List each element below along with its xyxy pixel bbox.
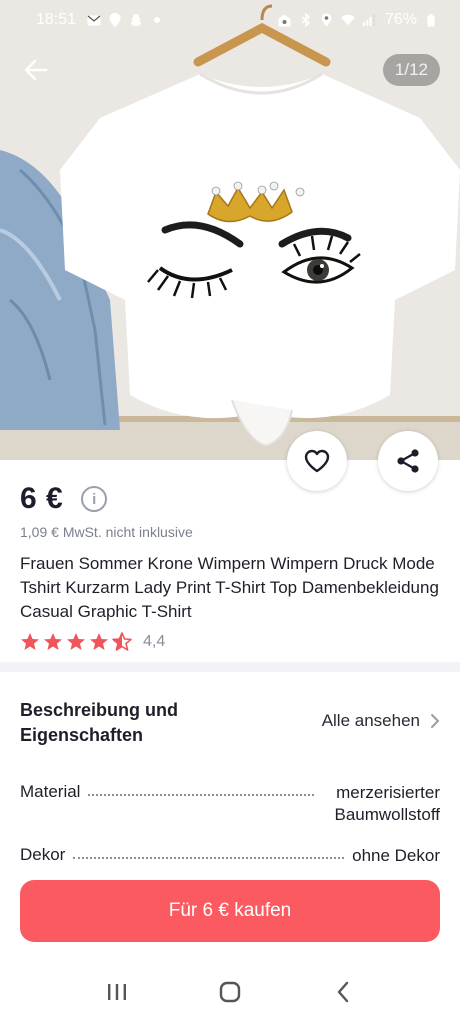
home-button[interactable] <box>210 972 250 1012</box>
star-full-icon <box>67 633 85 650</box>
see-all-label: Alle ansehen <box>321 711 420 730</box>
buy-button[interactable]: Für 6 € kaufen <box>20 880 440 942</box>
status-bar-right: 76% <box>278 11 438 29</box>
status-bar-left: 18:51 <box>36 11 164 29</box>
battery-icon <box>424 13 438 27</box>
system-nav-bar <box>0 960 460 1024</box>
star-full-icon <box>44 633 62 650</box>
spec-dots <box>73 845 345 859</box>
snapchat-icon <box>129 13 143 27</box>
price-info-icon[interactable]: i <box>81 486 108 512</box>
star-full-icon <box>21 633 39 650</box>
description-title: Beschreibung und Eigenschaften <box>20 700 179 745</box>
back-button[interactable] <box>16 52 56 88</box>
product-info: 6 € i 1,09 € MwSt. nicht inklusive Fraue… <box>20 478 440 652</box>
description-header: Beschreibung und Eigenschaften Alle anse… <box>20 698 440 748</box>
wifi-icon <box>340 13 355 27</box>
chevron-left-icon <box>338 981 349 1003</box>
back-nav-button[interactable] <box>323 972 363 1012</box>
star-full-icon <box>90 633 108 650</box>
share-button[interactable] <box>378 431 438 491</box>
dot-icon <box>150 13 164 27</box>
heart-icon <box>304 449 330 473</box>
share-icon <box>397 449 419 473</box>
image-counter: 1/12 <box>382 54 440 86</box>
status-bar: 18:51 76% <box>0 0 460 40</box>
spec-value: ohne Dekor <box>352 846 440 865</box>
spec-row-dekor: Dekor ohne Dekor <box>20 845 440 867</box>
spec-value: merzerisierter Baumwollstoff <box>334 783 440 824</box>
section-divider <box>0 662 460 672</box>
star-half-icon <box>112 632 132 651</box>
signal-icon <box>362 13 376 27</box>
location-icon <box>320 13 334 27</box>
rating-row[interactable]: 4,4 <box>20 632 440 652</box>
see-all-link[interactable]: Alle ansehen <box>322 698 440 731</box>
spec-row-material: Material merzerisierter Baumwollstoff <box>20 782 440 826</box>
product-page: 18:51 76% 1/12 6 € i 1,09 € MwSt. nicht … <box>0 0 460 1024</box>
spec-key: Dekor <box>20 845 66 864</box>
home-icon <box>219 981 241 1003</box>
location-pin-icon <box>108 13 122 27</box>
product-image-gallery[interactable]: 18:51 76% 1/12 <box>0 0 460 460</box>
battery-level: 76% <box>384 11 417 28</box>
bluetooth-icon <box>299 13 313 27</box>
product-price: 6 € <box>20 482 64 515</box>
vat-note: 1,09 € MwSt. nicht inklusive <box>20 524 193 540</box>
product-title: Frauen Sommer Krone Wimpern Wimpern Druc… <box>20 554 439 621</box>
status-time: 18:51 <box>36 11 77 28</box>
spec-dots <box>88 782 314 796</box>
mail-icon <box>87 13 101 27</box>
chevron-right-icon <box>431 714 439 728</box>
recent-apps-icon <box>107 984 126 1000</box>
price-row: 6 € i <box>20 478 440 520</box>
wifi-home-icon <box>278 13 292 27</box>
favorite-button[interactable] <box>287 431 347 491</box>
recent-apps-button[interactable] <box>97 972 137 1012</box>
spec-key: Material <box>20 782 81 801</box>
rating-value: 4,4 <box>143 633 166 650</box>
arrow-left-icon <box>24 59 48 81</box>
